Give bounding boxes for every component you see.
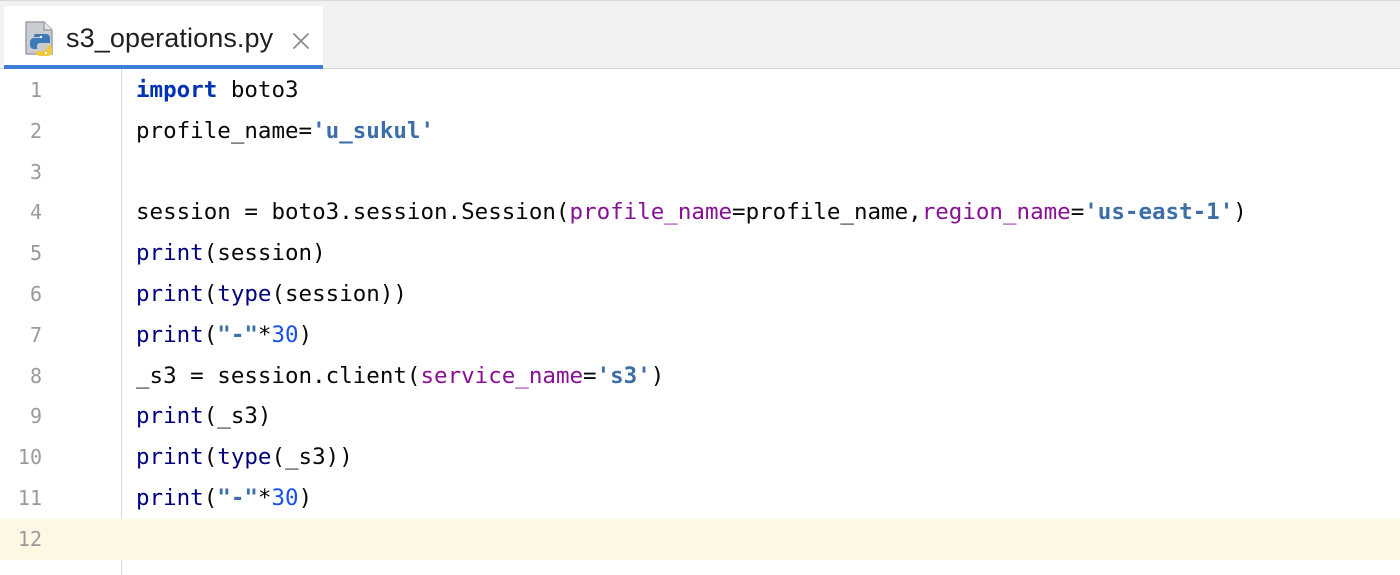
code-token: (_s3)	[203, 403, 272, 430]
line-number: 9	[29, 404, 42, 429]
code-token: "-"	[217, 485, 258, 511]
code-line[interactable]: 12	[0, 518, 1400, 560]
code-line[interactable]: 11 print("-"*30)	[0, 478, 1400, 519]
code-text[interactable]: profile_name='u_sukul'	[136, 111, 434, 152]
code-token: profile_name	[569, 199, 733, 226]
code-text[interactable]: print(_s3)	[136, 396, 271, 437]
code-text[interactable]: session = boto3.session.Session(profile_…	[136, 192, 1247, 233]
line-number: 4	[29, 200, 42, 225]
line-number: 6	[29, 282, 42, 306]
line-number: 5	[29, 241, 42, 266]
code-token: =	[583, 362, 597, 389]
code-token: print	[136, 444, 204, 471]
code-token: (session)	[203, 240, 326, 267]
line-number: 8	[29, 363, 42, 388]
line-number: 3	[29, 159, 42, 184]
code-token: *	[257, 321, 272, 348]
editor-tab-bar: s3_operations.py	[0, 0, 1400, 70]
code-token: _s3 = session.client(	[136, 362, 421, 389]
line-number: 10	[17, 445, 42, 470]
line-number: 7	[29, 322, 42, 347]
code-token: =	[1070, 199, 1085, 226]
file-tab[interactable]: s3_operations.py	[4, 6, 323, 70]
code-line[interactable]: 1 import boto3	[0, 70, 1400, 111]
code-token: boto3	[217, 77, 299, 103]
code-token: (session))	[271, 281, 407, 307]
code-token: (	[203, 281, 218, 307]
code-token: *	[257, 485, 272, 511]
code-token: (	[203, 485, 218, 511]
code-token: import	[136, 77, 218, 103]
code-token: print	[136, 240, 204, 267]
code-token: 30	[271, 485, 299, 511]
code-token: 's3'	[596, 362, 651, 389]
code-text[interactable]: import boto3	[136, 70, 299, 111]
python-file-icon	[25, 21, 53, 56]
code-token: (_s3))	[271, 444, 353, 471]
code-line[interactable]: 6 print(type(session))	[0, 274, 1400, 315]
code-line[interactable]: 9 print(_s3)	[0, 396, 1400, 437]
code-token: region_name	[921, 199, 1071, 226]
code-token: )	[1233, 199, 1247, 226]
code-token: (	[203, 444, 218, 471]
code-text[interactable]: _s3 = session.client(service_name='s3')	[136, 356, 664, 397]
code-line[interactable]: 7 print("-"*30)	[0, 315, 1400, 356]
code-line[interactable]: 8 _s3 = session.client(service_name='s3')	[0, 356, 1400, 397]
code-text[interactable]: print(type(session))	[136, 274, 407, 315]
code-token: print	[136, 403, 204, 430]
code-token: type	[217, 444, 272, 471]
code-line[interactable]: 10 print(type(_s3))	[0, 437, 1400, 478]
close-icon[interactable]	[290, 30, 312, 52]
code-editor[interactable]: 1 import boto3 2 profile_name='u_sukul' 3 4 se…	[0, 69, 1400, 575]
code-token: 'u_sukul'	[312, 117, 435, 144]
code-token: print	[136, 281, 204, 307]
line-number: 12	[17, 526, 42, 551]
code-line[interactable]: 3	[0, 152, 1400, 193]
code-token: =profile_name,	[732, 199, 922, 226]
line-number: 1	[29, 78, 42, 102]
code-text[interactable]: print(session)	[136, 233, 326, 274]
code-token: )	[650, 362, 665, 389]
code-line[interactable]: 4 session = boto3.session.Session(profile…	[0, 192, 1400, 233]
code-token: session = boto3.session.Session(	[136, 199, 570, 226]
code-token: )	[298, 321, 313, 348]
code-line[interactable]: 5 print(session)	[0, 233, 1400, 274]
code-line[interactable]: 2 profile_name='u_sukul'	[0, 111, 1400, 152]
code-text[interactable]: print("-"*30)	[136, 478, 312, 519]
code-token: print	[136, 485, 204, 511]
code-text[interactable]: print("-"*30)	[136, 315, 312, 356]
code-token: (	[203, 321, 218, 348]
code-text[interactable]: print(type(_s3))	[136, 437, 353, 478]
code-token: )	[298, 485, 313, 511]
line-number: 11	[17, 486, 42, 510]
code-token: profile_name=	[136, 117, 313, 144]
tab-filename: s3_operations.py	[66, 23, 274, 53]
line-number: 2	[29, 118, 42, 143]
code-token: 'us-east-1'	[1084, 199, 1234, 226]
code-token: 30	[271, 321, 299, 348]
code-token: type	[217, 281, 272, 307]
code-token: service_name	[420, 362, 584, 389]
code-token: "-"	[217, 321, 258, 348]
code-token: print	[136, 321, 204, 348]
